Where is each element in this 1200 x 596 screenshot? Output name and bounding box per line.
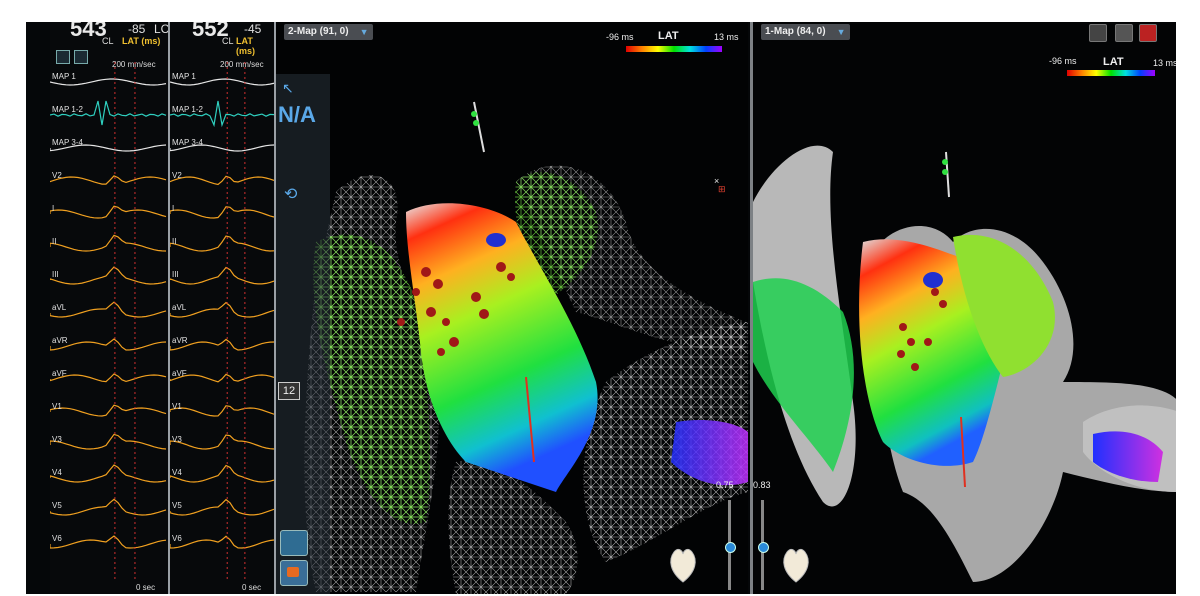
lead-label: aVL xyxy=(172,303,187,312)
ecg-trace xyxy=(170,434,274,450)
opacity-value: 0.75 xyxy=(716,480,734,490)
color-tool-button[interactable] xyxy=(280,560,308,586)
ecg-trace xyxy=(170,235,274,252)
slider-handle[interactable] xyxy=(758,542,769,553)
map-title-text: 2-Map (91, 0) xyxy=(288,26,349,37)
ecg-trace xyxy=(170,175,274,186)
map-toolbar: ↖ N/A ⟲ 12 xyxy=(276,74,330,594)
lead-label: MAP 3-4 xyxy=(52,138,83,147)
paint-icon xyxy=(287,567,299,577)
channel-count[interactable]: 12 xyxy=(278,382,300,400)
view-button[interactable] xyxy=(280,530,308,556)
map-2-anatomy[interactable] xyxy=(276,22,748,594)
lat-color-scale xyxy=(1067,70,1155,76)
ecg-trace xyxy=(50,404,167,417)
mapping-system-screen: 543 -85 LC CL LAT (ms) 200 mm/sec MAP 1M… xyxy=(26,22,1176,594)
ecg-trace xyxy=(50,301,167,318)
map-1-title[interactable]: 1-Map (84, 0) ▼ xyxy=(761,24,850,40)
heart-orientation-icon[interactable] xyxy=(779,544,813,584)
catheter-tip-map1 xyxy=(923,272,943,288)
lat-color-scale xyxy=(626,46,722,52)
close-icon[interactable]: × xyxy=(714,176,719,186)
lead-label: II xyxy=(172,237,177,246)
opacity-value: 0.83 xyxy=(753,480,771,490)
time-label: 0 sec xyxy=(136,583,156,592)
ecg-trace xyxy=(170,535,274,549)
lead-label: II xyxy=(52,237,57,246)
lead-label: aVF xyxy=(52,369,67,378)
chevron-down-icon[interactable]: ▼ xyxy=(360,24,369,40)
lat-legend-title: LAT xyxy=(658,30,679,42)
ecg-panel-right: 552 -45 CL LAT (ms) 200 mm/sec MAP 1 MAP … xyxy=(170,22,276,594)
map-1-panel[interactable]: 1-Map (84, 0) ▼ -96 ms LAT 13 ms 0.83 xyxy=(750,22,1176,594)
lead-label: aVL xyxy=(52,303,67,312)
lead-label: V2 xyxy=(172,171,182,180)
rotate-icon[interactable]: ⟲ xyxy=(284,184,297,204)
lat-min-label: -96 ms xyxy=(1049,56,1077,66)
ecg-panel-left: 543 -85 LC CL LAT (ms) 200 mm/sec MAP 1M… xyxy=(50,22,170,594)
chevron-down-icon[interactable]: ▼ xyxy=(837,24,846,40)
lead-label: MAP 1-2 xyxy=(52,105,83,114)
ecg-trace xyxy=(50,205,167,219)
monitor-icon[interactable] xyxy=(1089,24,1107,42)
lead-label: MAP 1 xyxy=(52,72,76,81)
ecg-trace xyxy=(50,433,167,450)
ecg-trace xyxy=(170,498,274,516)
lead-label: V2 xyxy=(52,171,62,180)
lead-label: MAP 1 xyxy=(172,72,196,81)
lat-max-label: 13 ms xyxy=(714,32,739,42)
lead-label: V4 xyxy=(52,468,62,477)
na-indicator: N/A xyxy=(278,102,316,127)
lead-label: MAP 1-2 xyxy=(172,105,203,114)
lead-label: aVR xyxy=(52,336,68,345)
map-title-text: 1-Map (84, 0) xyxy=(765,26,826,37)
map-2-panel[interactable]: 2-Map (91, 0) ▼ -96 ms LAT 13 ms ↖ N/A ⟲… xyxy=(276,22,748,594)
ecg-trace xyxy=(50,266,167,285)
slider-handle[interactable] xyxy=(725,542,736,553)
lead-label: III xyxy=(52,270,59,279)
lead-label: V5 xyxy=(52,501,62,510)
ecg-trace xyxy=(170,464,274,483)
lat-max-label: 13 ms xyxy=(1153,58,1176,68)
lead-label: aVF xyxy=(172,369,187,378)
alert-icon[interactable] xyxy=(1115,24,1133,42)
map-1-anatomy[interactable] xyxy=(753,22,1176,594)
ecg-trace xyxy=(50,464,167,483)
lead-label: V3 xyxy=(172,435,182,444)
lat-min-label: -96 ms xyxy=(606,32,634,42)
lead-label: V5 xyxy=(172,501,182,510)
ecg-trace xyxy=(50,373,167,383)
ecg-trace xyxy=(50,535,167,549)
ecg-trace xyxy=(170,405,274,417)
ecg-trace xyxy=(170,206,274,219)
lead-label: aVR xyxy=(172,336,188,345)
ecg-trace xyxy=(50,498,167,516)
catheter-tip-map2 xyxy=(486,233,506,247)
heart-orientation-icon[interactable] xyxy=(666,544,700,584)
arrow-up-left-icon[interactable]: ↖ xyxy=(282,80,294,97)
map-2-title[interactable]: 2-Map (91, 0) ▼ xyxy=(284,24,373,40)
lat-legend-title: LAT xyxy=(1103,56,1124,68)
lead-label: III xyxy=(172,270,179,279)
ecg-trace xyxy=(50,175,167,185)
time-label: 0 sec xyxy=(242,583,262,592)
ecg-trace xyxy=(170,266,274,285)
lead-label: V1 xyxy=(172,402,182,411)
lead-label: V4 xyxy=(172,468,182,477)
ecg-trace xyxy=(50,234,167,252)
lead-label: I xyxy=(52,204,55,213)
lead-label: MAP 3-4 xyxy=(172,138,203,147)
lead-label: V6 xyxy=(172,534,182,543)
lead-label: V3 xyxy=(52,435,62,444)
lead-label: I xyxy=(172,204,175,213)
record-icon[interactable] xyxy=(1139,24,1157,42)
lead-label: V1 xyxy=(52,402,62,411)
lead-label: V6 xyxy=(52,534,62,543)
